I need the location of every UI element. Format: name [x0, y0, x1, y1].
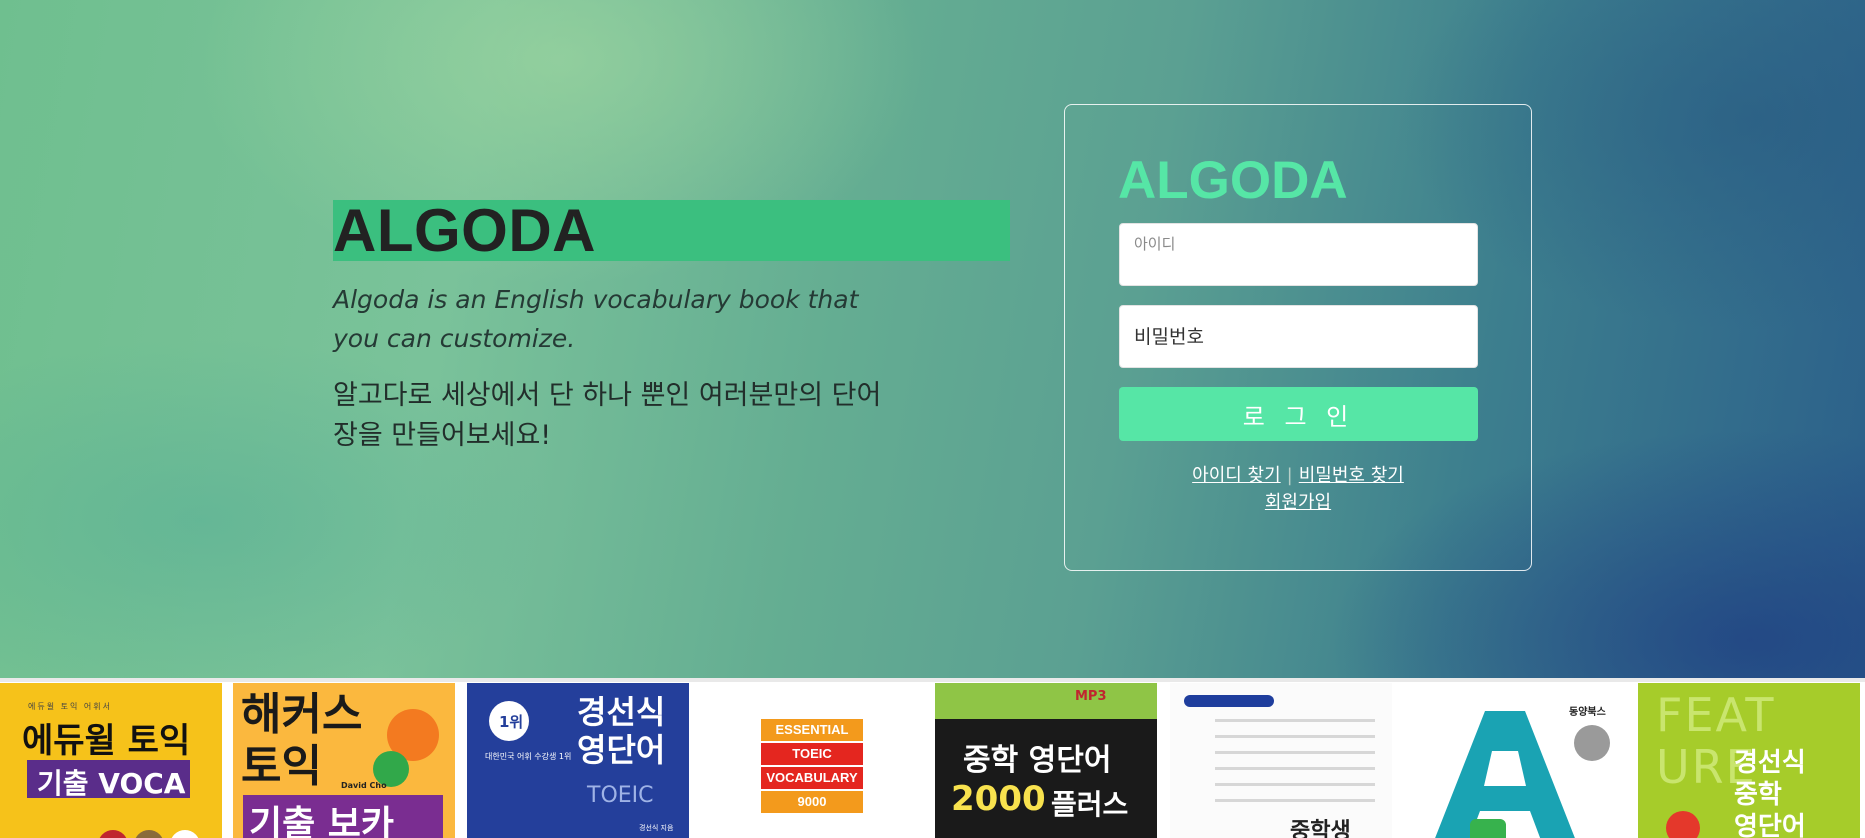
- book-title: 에듀윌 토익: [22, 721, 191, 761]
- book-subtitle-box: 기출 VOCA: [27, 760, 190, 800]
- book-cover-feature[interactable]: FEAT URE 경선식 중학 영단어: [1638, 683, 1860, 838]
- book-author: 경선식 지음: [639, 824, 674, 832]
- book-row: VOCABULARY: [761, 767, 863, 789]
- book-decoration: [134, 830, 164, 838]
- book-cover-letter-a[interactable]: 동양북스: [1404, 683, 1626, 838]
- book-title: 해커스 토익: [241, 689, 363, 792]
- link-separator: |: [1286, 465, 1293, 486]
- book-cover-essential-toeic[interactable]: ESSENTIAL TOEIC VOCABULARY 9000: [701, 683, 923, 838]
- text-line: [1215, 751, 1375, 754]
- book-title: 경선식 영단어: [577, 693, 666, 769]
- book-author: David Cho: [341, 781, 387, 790]
- password-input[interactable]: [1119, 305, 1478, 368]
- rank-text: 1위: [499, 713, 524, 731]
- book-subtitle-bar: 기출 보카: [243, 795, 443, 838]
- book-subtitle: 기출 보카: [249, 804, 395, 838]
- hero-tagline-en: Algoda is an English vocabulary book tha…: [333, 285, 859, 353]
- hero-title: ALGODA: [333, 197, 596, 264]
- book-title: 중학 영단어: [963, 743, 1112, 778]
- login-button[interactable]: 로 그 인: [1119, 387, 1478, 441]
- book-row: 9000: [761, 791, 863, 813]
- text-line: [1215, 767, 1375, 770]
- text-line: [1215, 719, 1375, 722]
- book-row: TOEIC: [761, 743, 863, 765]
- book-cover-hackers[interactable]: 해커스 토익 David Cho 기출 보카: [233, 683, 455, 838]
- text-line: [1215, 735, 1375, 738]
- hero-background: [0, 0, 1865, 678]
- book-decoration: [1666, 811, 1700, 838]
- book-row: ESSENTIAL: [761, 719, 863, 741]
- book-decoration: [170, 830, 200, 838]
- mp3-badge: MP3: [1075, 689, 1107, 704]
- book-title: 경선식 중학 영단어: [1734, 748, 1806, 838]
- account-links: 아이디 찾기 | 비밀번호 찾기 회원가입: [1064, 462, 1532, 516]
- id-input[interactable]: [1119, 223, 1478, 286]
- signup-link[interactable]: 회원가입: [1265, 492, 1331, 513]
- text-line: [1215, 783, 1375, 786]
- book-subtitle: 플러스: [1051, 788, 1129, 821]
- book-number: 2000: [951, 779, 1046, 819]
- hero-tagline-ko: 알고다로 세상에서 단 하나 뿐인 여러분만의 단어장을 만들어보세요!: [333, 380, 882, 451]
- login-logo: ALGODA: [1118, 151, 1348, 210]
- book-cover-middle-school-2000[interactable]: MP3 중학 영단어 2000 플러스: [935, 683, 1157, 838]
- book-decoration: [98, 830, 128, 838]
- book-subtitle: 기출 VOCA: [37, 767, 186, 800]
- find-password-link[interactable]: 비밀번호 찾기: [1299, 465, 1404, 486]
- letter-a-illustration: [1435, 711, 1575, 838]
- publisher-logo: 동양북스: [1569, 707, 1606, 718]
- book-cover-eduwill[interactable]: 에듀윌 토익 어휘서 에듀윌 토익 기출 VOCA: [0, 683, 222, 838]
- book-cover-middle-student[interactable]: 중학생: [1170, 683, 1392, 838]
- text-line: [1215, 799, 1375, 802]
- book-caption: 대한민국 어휘 수강생 1위: [485, 752, 572, 761]
- award-seal: [1574, 725, 1610, 761]
- book-small-text: 에듀윌 토익 어휘서: [28, 702, 112, 711]
- book-header-bar: [1184, 695, 1274, 707]
- book-title: 중학생: [1290, 819, 1351, 838]
- rank-badge: 1위: [489, 701, 529, 741]
- find-id-link[interactable]: 아이디 찾기: [1192, 465, 1281, 486]
- book-subtitle: TOEIC: [587, 783, 654, 808]
- book-cover-kyungsunsik[interactable]: 1위 대한민국 어휘 수강생 1위 경선식 영단어 TOEIC 경선식 지음: [467, 683, 689, 838]
